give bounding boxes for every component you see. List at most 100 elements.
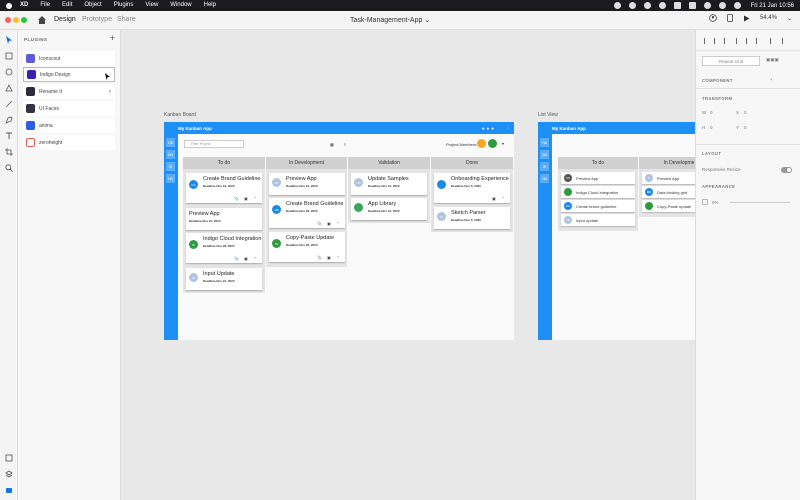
task-card[interactable]: Preview App Deadline Nov 21, 2020 [186, 208, 262, 230]
boolean-ops-icon[interactable]: ▣▣▣ [766, 57, 779, 63]
tray-icon[interactable] [643, 2, 651, 9]
menu-file[interactable]: File [40, 0, 50, 11]
plugin-item-indigo-design[interactable]: Indigo Design [23, 67, 115, 82]
attachment-icon[interactable]: 📎 [317, 221, 322, 226]
width-field[interactable]: 0 [710, 110, 713, 115]
search-icon[interactable] [718, 2, 726, 9]
responsive-resize-toggle[interactable] [781, 167, 792, 173]
repeat-grid-button[interactable]: Repeat Grid [702, 56, 760, 66]
tab-share[interactable]: Share [117, 16, 136, 23]
list-item[interactable]: S Preview App [642, 172, 695, 184]
comment-icon[interactable]: ▣ [327, 255, 331, 260]
more-icon[interactable]: ⋮ [506, 125, 511, 131]
component-add-icon[interactable]: + [770, 77, 773, 82]
apple-icon[interactable] [6, 2, 12, 9]
attachment-icon[interactable]: 📎 [234, 196, 239, 201]
artboard-kanban-board[interactable]: My Kanban App ●●● ⋮ HA DD IH HA Filter P… [164, 122, 514, 340]
list-item[interactable]: CA Create brand guideline [561, 200, 635, 212]
task-card[interactable]: VB Create Brand Guideline Deadline Nov 2… [269, 198, 345, 228]
list-item[interactable]: KS Preview App [561, 172, 635, 184]
play-icon[interactable] [743, 15, 750, 22]
distribute-vertical-icon[interactable] [782, 38, 788, 44]
tray-icon[interactable] [613, 2, 621, 9]
task-card[interactable]: PA Preview App Deadline Nov 21, 2020 [269, 173, 345, 195]
header-icons[interactable]: ●●● [482, 126, 496, 131]
document-title[interactable]: Task-Management-App ⌄ [350, 16, 430, 24]
y-field[interactable]: 0 [744, 125, 747, 130]
menu-app-name[interactable]: XD [20, 0, 28, 11]
align-middle-icon[interactable] [746, 38, 752, 44]
home-icon[interactable] [37, 15, 47, 25]
chevron-down-icon[interactable]: ▾ [502, 141, 504, 146]
sidebar-button[interactable]: HA [540, 174, 549, 183]
list-item[interactable]: TB Input update [561, 214, 635, 226]
task-card[interactable]: CP Update Samples Deadline Nov 15, 2020 [351, 173, 427, 195]
zoom-level[interactable]: 54.4% [760, 15, 777, 21]
menubar-clock[interactable]: Fri 21 Jan 10:56 [751, 3, 794, 9]
member-avatar[interactable] [477, 139, 486, 148]
zoom-tool[interactable] [0, 160, 18, 176]
attachment-icon[interactable]: 📎 [234, 256, 239, 261]
text-tool[interactable] [0, 128, 18, 144]
align-right-icon[interactable] [724, 38, 730, 44]
comment-icon[interactable]: ▣ [244, 256, 248, 261]
artboard-label-kanban[interactable]: Kanban Board [164, 112, 196, 118]
list-item[interactable]: MB Data binding grid [642, 186, 695, 198]
share-icon[interactable]: ⌝ [337, 255, 339, 260]
add-plugin-icon[interactable]: + [110, 33, 115, 43]
artboard-label-list-view[interactable]: List View [538, 112, 558, 118]
menu-object[interactable]: Object [84, 0, 101, 11]
ellipse-tool[interactable] [0, 64, 18, 80]
plugin-item-ui-faces[interactable]: UI Faces [23, 101, 115, 116]
zoom-window-button[interactable] [21, 17, 27, 23]
user-icon[interactable] [709, 14, 717, 22]
chevron-right-icon[interactable]: › [109, 89, 111, 95]
tab-prototype[interactable]: Prototype [82, 16, 112, 23]
tray-icon[interactable] [628, 2, 636, 9]
sidebar-button[interactable]: HA [166, 138, 175, 147]
task-card[interactable]: App Library Deadline Nov 16, 2020 [351, 198, 427, 220]
share-icon[interactable]: ⌝ [254, 256, 256, 261]
plugin-item-zeroheight[interactable]: zeroheight [23, 135, 115, 150]
align-bottom-icon[interactable] [756, 38, 762, 44]
comment-icon[interactable]: ▣ [244, 196, 248, 201]
menu-help[interactable]: Help [204, 0, 216, 11]
plugin-item-anima[interactable]: anima [23, 118, 115, 133]
sidebar-button[interactable]: IH [540, 162, 549, 171]
task-card[interactable]: Onboarding Experience Deadline Nov 6, 20… [434, 173, 510, 203]
chevron-down-icon[interactable]: ⌄ [787, 15, 792, 22]
height-field[interactable]: 0 [710, 125, 713, 130]
align-center-icon[interactable] [714, 38, 720, 44]
task-card[interactable]: CA Create Brand Guideline Deadline Nov 1… [186, 173, 262, 203]
minimize-window-button[interactable] [13, 17, 19, 23]
polygon-tool[interactable] [0, 80, 18, 96]
rectangle-tool[interactable] [0, 48, 18, 64]
list-item[interactable]: Copy-Paste update [642, 200, 695, 212]
menu-plugins[interactable]: Plugins [114, 0, 134, 11]
plugin-item-rename-it[interactable]: Rename It › [23, 84, 115, 99]
battery-icon[interactable] [688, 2, 696, 9]
artboard-tool[interactable] [0, 144, 18, 160]
mobile-preview-icon[interactable] [727, 14, 733, 22]
line-tool[interactable] [0, 96, 18, 112]
list-item[interactable]: Indigo Cloud integration [561, 186, 635, 198]
task-card[interactable]: IN Copy-Paste Update Deadline Nov 29, 20… [269, 232, 345, 262]
task-card[interactable]: IU Input Update Deadline Nov 21, 2020 [186, 268, 262, 290]
filter-project-input[interactable]: Filter Project [184, 140, 244, 148]
member-avatar[interactable] [488, 139, 497, 148]
tray-icon[interactable] [673, 2, 681, 9]
sidebar-button[interactable]: HA [540, 138, 549, 147]
attachment-icon[interactable]: 📎 [317, 255, 322, 260]
task-card[interactable]: SA Sketch Parser Deadline Nov 5, 2020 [434, 207, 510, 229]
opacity-slider[interactable] [730, 202, 790, 203]
menu-edit[interactable]: Edit [62, 0, 72, 11]
task-card[interactable]: IK Indigo Cloud Integration Deadline Nov… [186, 233, 262, 263]
share-icon[interactable]: ⌝ [337, 221, 339, 226]
menu-window[interactable]: Window [170, 0, 191, 11]
wifi-icon[interactable] [703, 2, 711, 9]
menu-view[interactable]: View [145, 0, 158, 11]
view-toggle-icon[interactable]: ▦ [330, 142, 334, 147]
tab-design[interactable]: Design [54, 16, 76, 23]
plugin-item-iconscout[interactable]: Iconscout [23, 51, 115, 66]
distribute-horizontal-icon[interactable] [770, 38, 776, 44]
